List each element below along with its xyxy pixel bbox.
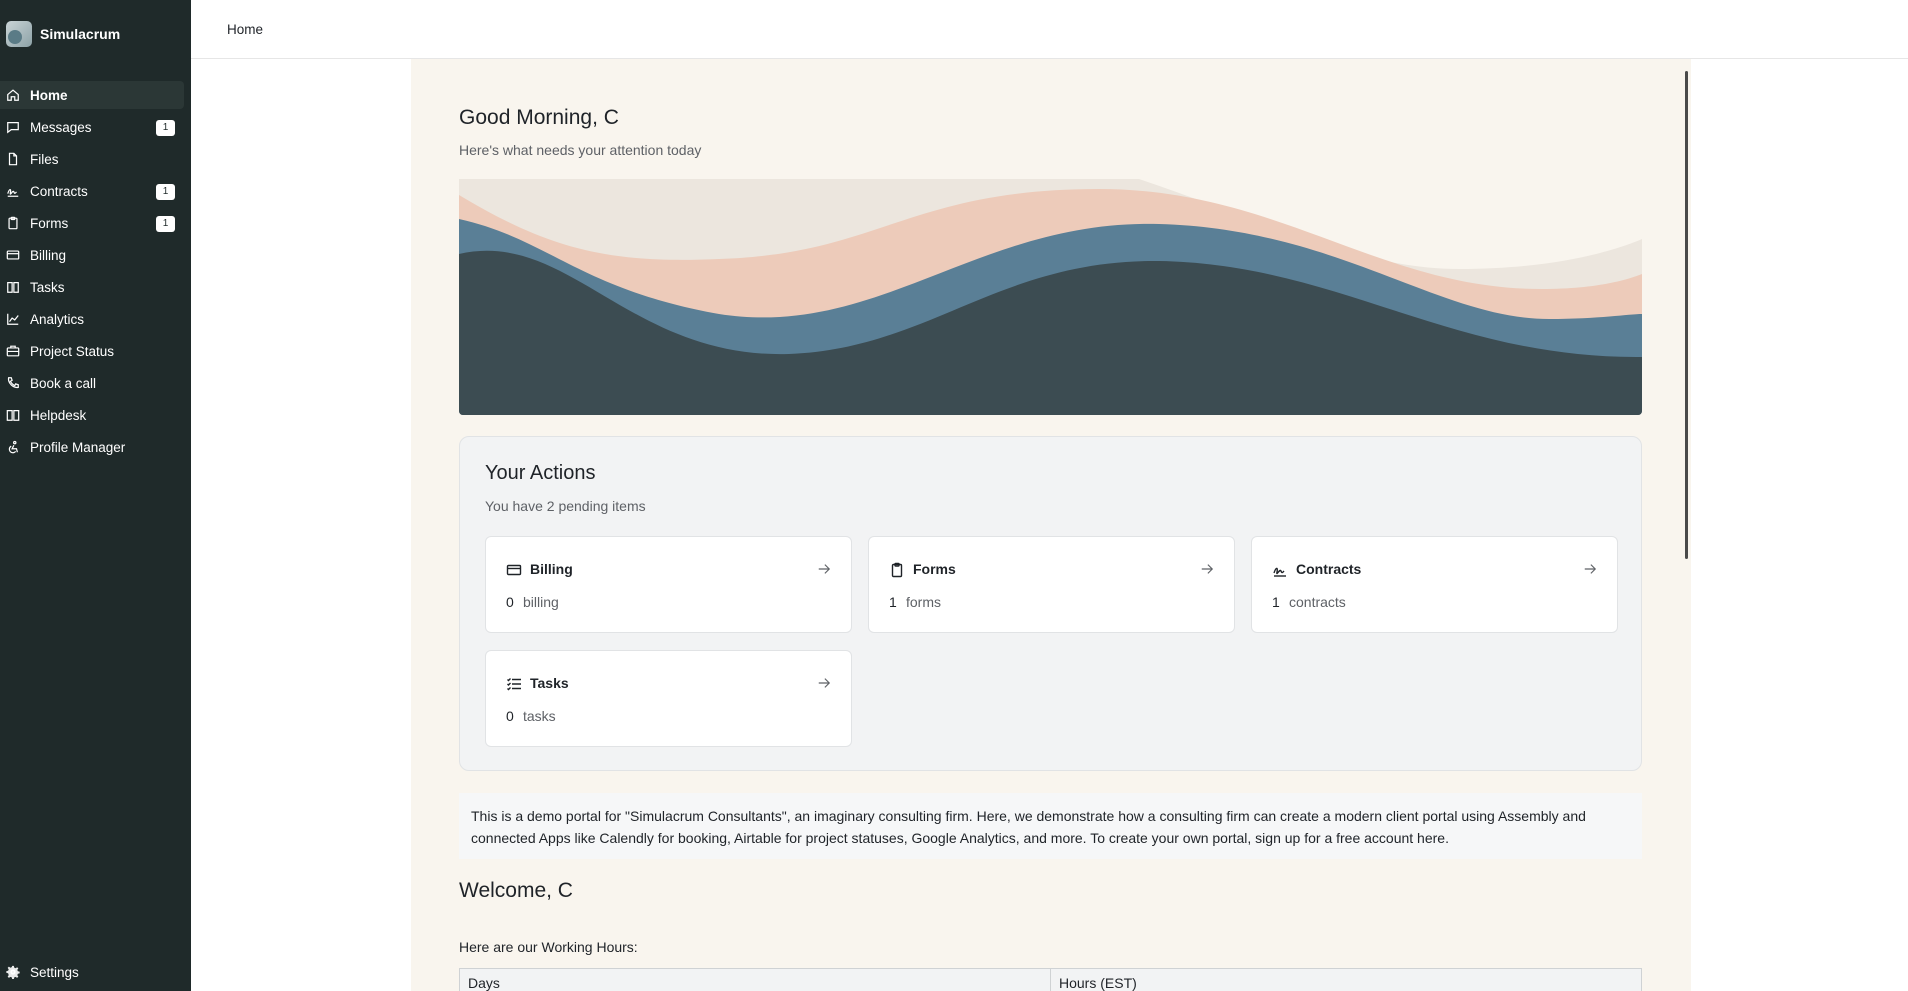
sidebar-item-home[interactable]: Home xyxy=(0,81,184,109)
brand-logo xyxy=(6,21,32,47)
card-count: 0 xyxy=(506,594,514,610)
sidebar-item-label: Analytics xyxy=(30,311,85,327)
briefcase-icon xyxy=(6,345,20,357)
card-unit: tasks xyxy=(523,708,556,724)
sidebar-item-analytics[interactable]: Analytics xyxy=(0,305,184,333)
sidebar-item-label: Profile Manager xyxy=(30,439,126,455)
signature-icon xyxy=(7,188,19,197)
book-icon xyxy=(7,282,19,293)
card-unit: forms xyxy=(906,594,941,610)
card-title: Billing xyxy=(530,561,573,577)
sidebar-item-project-status[interactable]: Project Status xyxy=(0,337,184,365)
demo-notice: This is a demo portal for "Simulacrum Co… xyxy=(459,793,1642,859)
sidebar-item-label: Messages xyxy=(30,119,92,135)
home-icon xyxy=(7,89,19,101)
brand[interactable]: Simulacrum xyxy=(6,20,120,48)
sidebar-item-label: Files xyxy=(30,151,59,167)
clipboard-icon xyxy=(891,562,903,578)
credit-card-icon xyxy=(506,564,522,576)
sidebar-item-label: Book a call xyxy=(30,375,97,391)
sidebar-item-files[interactable]: Files xyxy=(0,145,184,173)
unread-badge: 1 xyxy=(156,120,175,136)
greeting-title: Good Morning, C xyxy=(459,106,619,129)
sidebar-nav: Home Messages 1 Files Contracts 1 Forms … xyxy=(0,81,191,465)
phone-icon xyxy=(7,377,19,389)
sidebar-item-label: Contracts xyxy=(30,183,88,199)
sidebar-item-billing[interactable]: Billing xyxy=(0,241,184,269)
accessibility-icon xyxy=(8,440,18,454)
content-scrollbar[interactable] xyxy=(1685,71,1688,559)
arrow-right-icon xyxy=(818,678,831,688)
card-count: 1 xyxy=(1272,594,1280,610)
actions-subtitle: You have 2 pending items xyxy=(485,498,646,514)
welcome-title: Welcome, C xyxy=(459,879,573,902)
action-card-tasks[interactable]: Tasks 0 tasks xyxy=(485,650,852,747)
gear-icon xyxy=(6,965,20,979)
sidebar-item-contracts[interactable]: Contracts 1 xyxy=(0,177,184,205)
sidebar-item-label: Home xyxy=(30,87,68,103)
chart-line-icon xyxy=(7,313,19,325)
sidebar-item-label: Helpdesk xyxy=(30,407,87,423)
sidebar-item-messages[interactable]: Messages 1 xyxy=(0,113,184,141)
sidebar: Simulacrum Home Messages 1 Files Contrac… xyxy=(0,0,191,991)
sidebar-item-settings[interactable]: Settings xyxy=(0,958,184,986)
action-card-forms[interactable]: Forms 1 forms xyxy=(868,536,1235,633)
card-title: Tasks xyxy=(530,675,569,691)
card-count: 0 xyxy=(506,708,514,724)
hero-banner xyxy=(459,179,1642,415)
sidebar-item-forms[interactable]: Forms 1 xyxy=(0,209,184,237)
sidebar-item-label: Tasks xyxy=(30,279,65,295)
card-unit: contracts xyxy=(1289,594,1346,610)
action-card-billing[interactable]: Billing 0 billing xyxy=(485,536,852,633)
card-count: 1 xyxy=(889,594,897,610)
sidebar-item-label: Billing xyxy=(30,247,67,263)
action-card-contracts[interactable]: Contracts 1 contracts xyxy=(1251,536,1618,633)
topbar: Home xyxy=(191,0,1908,59)
main-content[interactable]: Good Morning, C Here's what needs your a… xyxy=(411,59,1691,991)
settings-label: Settings xyxy=(30,964,79,980)
brand-name: Simulacrum xyxy=(40,26,121,42)
card-unit: billing xyxy=(523,594,559,610)
sidebar-item-label: Project Status xyxy=(30,343,115,359)
arrow-right-icon xyxy=(818,564,831,574)
arrow-right-icon xyxy=(1584,564,1597,574)
message-icon xyxy=(7,122,19,134)
card-title: Contracts xyxy=(1296,561,1362,577)
credit-card-icon xyxy=(6,250,20,260)
unread-badge: 1 xyxy=(156,216,175,232)
book-open-icon xyxy=(6,410,20,421)
actions-title: Your Actions xyxy=(485,462,596,484)
your-actions-panel: Your Actions You have 2 pending items Bi… xyxy=(459,436,1642,771)
working-hours-table: Days Hours (EST) xyxy=(459,968,1642,991)
sidebar-item-tasks[interactable]: Tasks xyxy=(0,273,184,301)
sidebar-item-label: Forms xyxy=(30,215,69,231)
table-header-days: Days xyxy=(459,968,1051,991)
sidebar-item-helpdesk[interactable]: Helpdesk xyxy=(0,401,184,429)
sidebar-item-profile-manager[interactable]: Profile Manager xyxy=(0,433,184,461)
sidebar-item-book-a-call[interactable]: Book a call xyxy=(0,369,184,397)
arrow-right-icon xyxy=(1201,564,1214,574)
card-title: Forms xyxy=(913,561,956,577)
working-hours-intro: Here are our Working Hours: xyxy=(459,939,638,955)
clipboard-icon xyxy=(8,216,18,230)
page-title: Home xyxy=(227,22,264,37)
signature-icon xyxy=(1273,567,1286,577)
unread-badge: 1 xyxy=(156,184,175,200)
greeting-subtitle: Here's what needs your attention today xyxy=(459,142,702,158)
list-checks-icon xyxy=(507,678,521,691)
file-icon xyxy=(8,152,18,166)
table-header-hours: Hours (EST) xyxy=(1050,968,1642,991)
